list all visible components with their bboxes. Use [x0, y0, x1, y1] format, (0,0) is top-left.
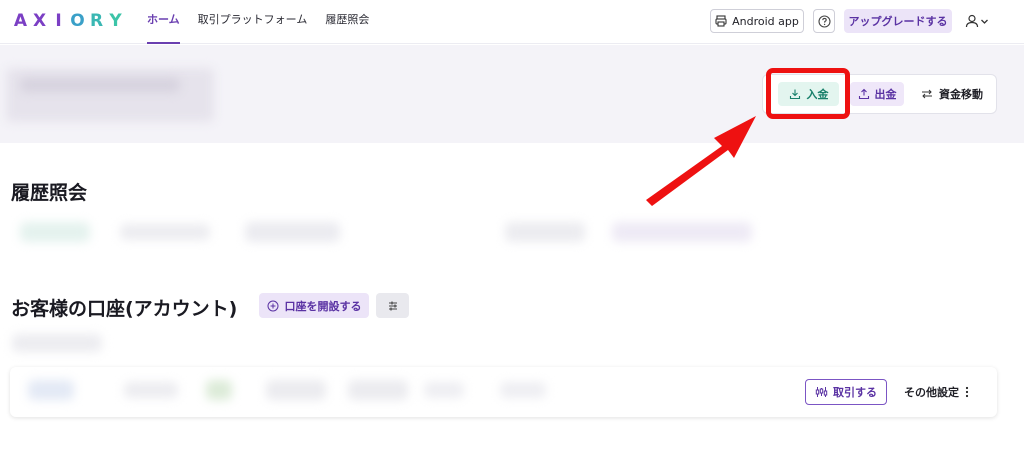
trade-label: 取引する	[833, 386, 877, 399]
annotation-arrow	[646, 116, 756, 206]
transfer-label: 資金移動	[939, 88, 983, 101]
other-settings-label: その他設定	[904, 386, 959, 399]
blurred-balance-line	[20, 78, 180, 92]
blurred-account-field	[424, 382, 464, 398]
history-section-title: 履歴照会	[11, 182, 88, 204]
android-app-label: Android app	[732, 14, 799, 28]
withdraw-button[interactable]: 出金	[850, 82, 904, 106]
blurred-balance	[6, 68, 214, 122]
brand-logo[interactable]: AXIORY	[11, 11, 125, 31]
blurred-account-field	[266, 380, 326, 400]
blurred-account-field	[500, 382, 546, 398]
plus-circle-icon	[267, 300, 278, 311]
android-icon	[715, 15, 727, 27]
arrows-left-right-icon	[922, 89, 932, 99]
annotation-highlight-box	[766, 68, 850, 119]
logo-letter: I	[55, 11, 62, 31]
help-button[interactable]	[813, 9, 835, 33]
logo-letter: R	[89, 11, 104, 31]
page-root: AXIORY ホーム 取引プラットフォーム 履歴照会 Android app ア…	[0, 0, 1024, 456]
user-menu[interactable]	[965, 11, 991, 31]
withdraw-label: 出金	[874, 88, 897, 101]
blurred-history-cell	[245, 222, 340, 242]
top-navigation-bar: AXIORY ホーム 取引プラットフォーム 履歴照会 Android app ア…	[0, 0, 1024, 44]
logo-letter: Y	[109, 11, 122, 31]
blurred-history-cell	[612, 222, 752, 242]
blurred-history-cell	[120, 224, 210, 240]
blurred-account-field	[206, 380, 232, 400]
logo-letter: A	[13, 11, 28, 31]
android-app-button[interactable]: Android app	[710, 9, 804, 33]
blurred-account-field	[348, 380, 408, 400]
blurred-history-cell	[20, 222, 90, 242]
open-account-label: 口座を開設する	[284, 299, 362, 313]
question-icon	[817, 14, 831, 28]
accounts-section-title: お客様の口座(アカウント)	[11, 298, 238, 320]
transfer-funds-button[interactable]: 資金移動	[914, 82, 990, 106]
blurred-account-field	[28, 380, 74, 400]
blurred-account-field	[124, 382, 178, 398]
upload-tray-icon	[858, 88, 869, 100]
sliders-icon	[388, 301, 397, 310]
candlestick-icon	[815, 387, 828, 397]
upgrade-button[interactable]: アップグレードする	[844, 9, 952, 33]
open-account-button[interactable]: 口座を開設する	[259, 293, 369, 318]
logo-letter: O	[70, 11, 85, 31]
trade-button[interactable]: 取引する	[805, 379, 887, 405]
other-settings-menu[interactable]: その他設定	[904, 379, 974, 405]
nav-item-home[interactable]: ホーム	[147, 0, 188, 44]
filter-settings-button[interactable]	[376, 293, 409, 318]
blurred-history-cell	[505, 222, 585, 242]
chevron-down-icon	[981, 19, 988, 24]
kebab-icon	[965, 386, 969, 398]
user-icon	[965, 14, 979, 28]
nav-item-history[interactable]: 履歴照会	[325, 0, 377, 44]
nav-item-trading-platform[interactable]: 取引プラットフォーム	[198, 0, 316, 44]
logo-letter: X	[32, 11, 47, 31]
main-nav: ホーム 取引プラットフォーム 履歴照会	[147, 0, 387, 44]
blurred-account-label	[12, 334, 102, 352]
